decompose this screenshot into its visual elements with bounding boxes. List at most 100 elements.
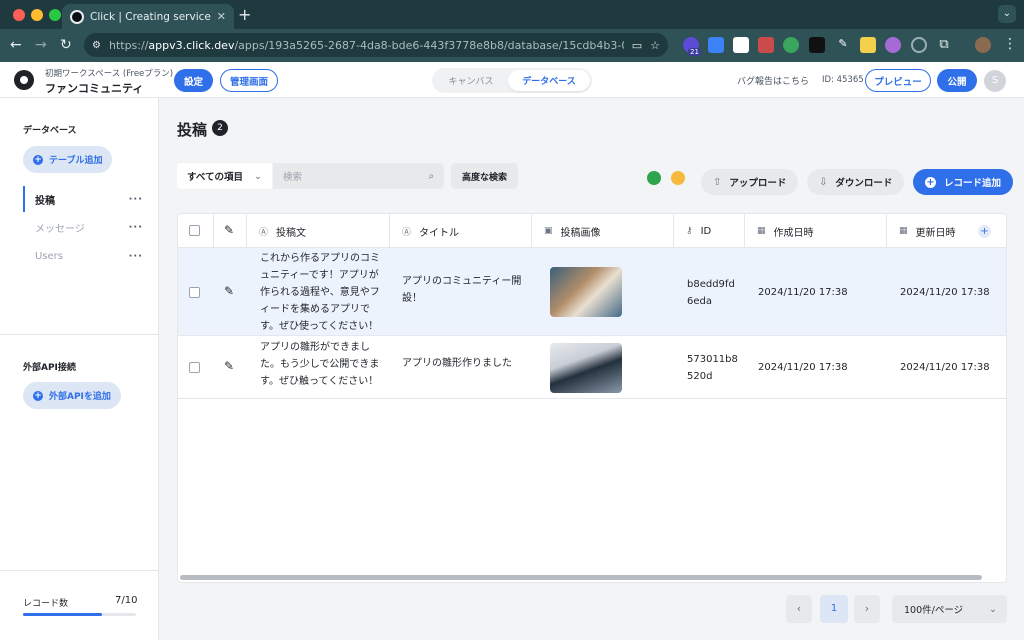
- x-extension-icon[interactable]: [733, 37, 749, 53]
- view-switcher: キャンバス データベース: [432, 68, 592, 93]
- tab-search-icon[interactable]: ⌄: [998, 5, 1016, 23]
- w-extension-icon[interactable]: [860, 37, 876, 53]
- next-page-button[interactable]: ›: [854, 595, 880, 623]
- back-icon[interactable]: ←: [10, 37, 22, 53]
- circle-extension-icon[interactable]: [911, 37, 927, 53]
- post-text-cell[interactable]: アプリの雛形ができました。もう少しで公開できます。ぜひ触ってください！: [260, 339, 382, 390]
- plus-icon: +: [33, 154, 43, 165]
- eyedropper-icon[interactable]: ✎: [835, 37, 851, 53]
- add-column-icon[interactable]: +: [978, 225, 991, 238]
- text-type-icon: Ⓐ: [402, 227, 412, 238]
- sidebar-item-label: Users: [35, 250, 64, 262]
- bug-report-link[interactable]: バグ報告はこちら: [737, 74, 809, 87]
- sidebar-item-messages[interactable]: メッセージ ···: [23, 214, 143, 240]
- advanced-search-button[interactable]: 高度な検索: [451, 163, 518, 189]
- profile-avatar-icon[interactable]: [975, 37, 991, 53]
- purple-extension-icon[interactable]: [885, 37, 901, 53]
- column-header-image[interactable]: ▣ 投稿画像: [532, 214, 674, 248]
- edit-pencil-icon[interactable]: ✎: [224, 359, 234, 373]
- publish-button[interactable]: 公開: [937, 69, 977, 92]
- column-label: 投稿文: [276, 227, 307, 239]
- record-count-fill: [23, 613, 103, 616]
- close-window-button[interactable]: [13, 9, 25, 21]
- dark-extension-icon[interactable]: [809, 37, 825, 53]
- new-tab-button[interactable]: +: [238, 5, 251, 24]
- download-extension-icon[interactable]: [708, 37, 724, 53]
- post-image-thumbnail[interactable]: [550, 267, 622, 317]
- search-input[interactable]: 検索 ⌕: [273, 163, 444, 189]
- edit-column-header: ✎: [214, 214, 247, 248]
- bookmark-star-icon[interactable]: ☆: [650, 39, 660, 52]
- address-bar[interactable]: ⚙ https://appv3.click.dev/apps/193a5265-…: [84, 33, 668, 57]
- workspace-name[interactable]: ファンコミュニティ: [45, 80, 143, 96]
- page-size-select[interactable]: 100件/ページ ⌄: [892, 595, 1007, 623]
- site-settings-icon[interactable]: ⚙: [92, 40, 101, 51]
- tab-canvas[interactable]: キャンバス: [434, 70, 508, 91]
- add-table-button[interactable]: + テーブル追加: [23, 146, 113, 173]
- filter-select[interactable]: すべての項目 ⌄: [177, 163, 272, 189]
- table-row[interactable]: ✎ これから作るアプリのコミュニティーです！アプリが作られる過程や、意見やフィー…: [178, 248, 1006, 336]
- text-type-icon: Ⓐ: [259, 227, 269, 238]
- sidebar-item-label: 投稿: [35, 195, 55, 207]
- divider: [0, 334, 159, 335]
- preview-button[interactable]: プレビュー: [865, 69, 931, 92]
- tab-title: Click | Creating service easily: [90, 10, 211, 23]
- page-size-label: 100件/ページ: [904, 605, 964, 616]
- post-text-cell[interactable]: これから作るアプリのコミュニティーです！アプリが作られる過程や、意見やフィードを…: [260, 250, 382, 335]
- sync-icon[interactable]: [671, 171, 685, 185]
- user-avatar[interactable]: S: [984, 70, 1006, 92]
- app-id: ID: 45365: [822, 75, 864, 85]
- click-logo-icon[interactable]: [14, 70, 34, 90]
- search-icon: ⌕: [428, 170, 434, 182]
- browser-toolbar: ← → ↻ ⚙ https://appv3.click.dev/apps/193…: [0, 29, 1024, 62]
- column-header-created[interactable]: ▦ 作成日時: [745, 214, 887, 248]
- column-header-text[interactable]: Ⓐ 投稿文: [247, 214, 390, 248]
- minimize-window-button[interactable]: [31, 9, 43, 21]
- reload-icon[interactable]: ↻: [60, 37, 72, 53]
- tab-close-icon[interactable]: ✕: [217, 10, 226, 23]
- settings-button[interactable]: 設定: [174, 69, 213, 92]
- select-all-cell: [178, 214, 214, 248]
- column-header-title[interactable]: Ⓐ タイトル: [390, 214, 532, 248]
- key-icon: ⚷: [686, 226, 693, 236]
- add-api-button[interactable]: + 外部APIを追加: [23, 382, 121, 409]
- sidebar-item-users[interactable]: Users ···: [23, 243, 143, 269]
- column-header-id[interactable]: ⚷ ID: [674, 214, 745, 248]
- page-number-button[interactable]: 1: [820, 595, 848, 623]
- horizontal-scrollbar[interactable]: [180, 575, 982, 580]
- title-cell[interactable]: アプリの雛形作りました: [402, 355, 524, 372]
- upload-button[interactable]: ⇧ アップロード: [701, 169, 799, 195]
- edit-pencil-icon[interactable]: ✎: [224, 284, 234, 298]
- add-record-button[interactable]: + レコード追加: [913, 169, 1014, 195]
- post-image-thumbnail[interactable]: [550, 343, 622, 393]
- row-checkbox[interactable]: [189, 362, 200, 373]
- cast-icon[interactable]: ▭: [632, 39, 642, 52]
- table-row[interactable]: ✎ アプリの雛形ができました。もう少しで公開できます。ぜひ触ってください！ アプ…: [178, 336, 1006, 399]
- select-all-checkbox[interactable]: [189, 225, 200, 236]
- red-extension-icon[interactable]: [758, 37, 774, 53]
- calendar-icon: ▦: [899, 226, 908, 236]
- download-button[interactable]: ⇩ ダウンロード: [807, 169, 905, 195]
- admin-button[interactable]: 管理画面: [220, 69, 278, 92]
- workspace-plan: 初期ワークスペース (Freeプラン): [45, 69, 174, 79]
- record-count-bar: [23, 613, 136, 616]
- row-checkbox[interactable]: [189, 287, 200, 298]
- updated-cell: 2024/11/20 17:38: [900, 362, 990, 373]
- forward-icon[interactable]: →: [35, 37, 47, 53]
- more-options-icon[interactable]: ···: [129, 251, 143, 262]
- more-options-icon[interactable]: ···: [129, 194, 143, 205]
- add-api-label: 外部APIを追加: [49, 392, 111, 402]
- maximize-window-button[interactable]: [49, 9, 61, 21]
- table-header: ✎ Ⓐ 投稿文 Ⓐ タイトル ▣ 投稿画像 ⚷ ID ▦ 作成日時 ▦ 更新日時…: [178, 214, 1006, 248]
- green-extension-icon[interactable]: [783, 37, 799, 53]
- more-options-icon[interactable]: ···: [129, 222, 143, 233]
- google-sheets-icon[interactable]: [647, 171, 661, 185]
- title-cell[interactable]: アプリのコミュニティー開設！: [402, 273, 524, 307]
- prev-page-button[interactable]: ‹: [786, 595, 812, 623]
- more-menu-icon[interactable]: ⋮: [1003, 36, 1017, 52]
- browser-tab[interactable]: Click | Creating service easily ✕: [62, 4, 234, 29]
- app-header: 初期ワークスペース (Freeプラン) ファンコミュニティ 設定 管理画面 キャ…: [0, 62, 1024, 98]
- sidebar-item-posts[interactable]: 投稿 ···: [23, 186, 143, 212]
- tab-database[interactable]: データベース: [508, 70, 590, 91]
- puzzle-icon[interactable]: ⧉: [936, 37, 952, 53]
